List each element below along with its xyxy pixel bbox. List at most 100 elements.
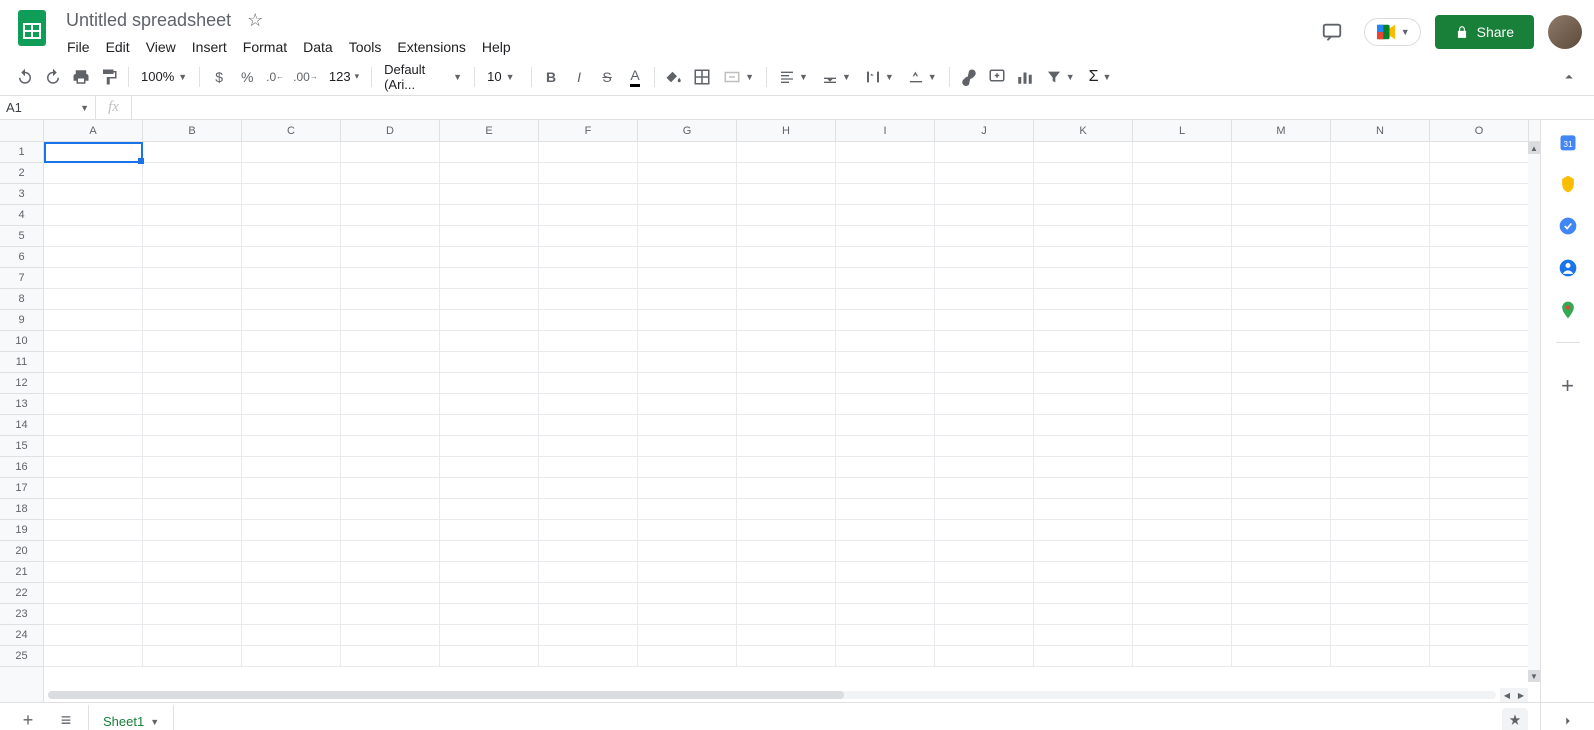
menu-extensions[interactable]: Extensions xyxy=(390,35,472,59)
cell[interactable] xyxy=(638,394,737,415)
text-color-button[interactable]: A xyxy=(622,64,648,90)
cell[interactable] xyxy=(1331,184,1430,205)
cell[interactable] xyxy=(1034,184,1133,205)
cell[interactable] xyxy=(1430,184,1529,205)
cell[interactable] xyxy=(440,415,539,436)
cell[interactable] xyxy=(44,184,143,205)
cell[interactable] xyxy=(242,562,341,583)
cell[interactable] xyxy=(440,289,539,310)
cell[interactable] xyxy=(143,331,242,352)
cell[interactable] xyxy=(1430,247,1529,268)
column-header[interactable]: H xyxy=(737,120,836,141)
cell[interactable] xyxy=(242,352,341,373)
cell[interactable] xyxy=(440,625,539,646)
cell[interactable] xyxy=(44,499,143,520)
cell[interactable] xyxy=(935,142,1034,163)
cell[interactable] xyxy=(341,163,440,184)
cells-area[interactable] xyxy=(44,142,1540,702)
cell[interactable] xyxy=(638,205,737,226)
insert-comment-button[interactable] xyxy=(984,64,1010,90)
cell[interactable] xyxy=(737,247,836,268)
cell[interactable] xyxy=(341,289,440,310)
tasks-icon[interactable] xyxy=(1558,216,1578,236)
cell[interactable] xyxy=(836,310,935,331)
cell[interactable] xyxy=(440,268,539,289)
cell[interactable] xyxy=(440,541,539,562)
hscroll-thumb[interactable] xyxy=(48,691,844,699)
cell[interactable] xyxy=(440,499,539,520)
cell[interactable] xyxy=(836,520,935,541)
cell[interactable] xyxy=(638,268,737,289)
keep-icon[interactable] xyxy=(1558,174,1578,194)
text-wrap-button[interactable]: ▼ xyxy=(859,69,900,85)
cell[interactable] xyxy=(143,457,242,478)
sheet-tab-1[interactable]: Sheet1 ▼ xyxy=(88,704,174,730)
cell[interactable] xyxy=(836,394,935,415)
cell[interactable] xyxy=(836,583,935,604)
cell[interactable] xyxy=(44,142,143,163)
cell[interactable] xyxy=(539,541,638,562)
cell[interactable] xyxy=(1331,394,1430,415)
hscroll-track[interactable] xyxy=(48,691,1496,699)
cell[interactable] xyxy=(737,604,836,625)
cell[interactable] xyxy=(1232,352,1331,373)
cell[interactable] xyxy=(638,352,737,373)
cell[interactable] xyxy=(737,541,836,562)
cell[interactable] xyxy=(341,541,440,562)
cell[interactable] xyxy=(1430,499,1529,520)
cell[interactable] xyxy=(341,310,440,331)
cell[interactable] xyxy=(44,226,143,247)
cell[interactable] xyxy=(1034,415,1133,436)
cell[interactable] xyxy=(836,226,935,247)
cell[interactable] xyxy=(1430,541,1529,562)
cell[interactable] xyxy=(737,205,836,226)
maps-icon[interactable] xyxy=(1558,300,1578,320)
column-header[interactable]: I xyxy=(836,120,935,141)
cell[interactable] xyxy=(737,268,836,289)
cell[interactable] xyxy=(44,352,143,373)
cell[interactable] xyxy=(1430,457,1529,478)
insert-chart-button[interactable] xyxy=(1012,64,1038,90)
row-header[interactable]: 9 xyxy=(0,310,43,331)
cell[interactable] xyxy=(935,310,1034,331)
menu-format[interactable]: Format xyxy=(236,35,294,59)
cell[interactable] xyxy=(638,373,737,394)
functions-button[interactable]: Σ▼ xyxy=(1083,68,1118,86)
cell[interactable] xyxy=(440,310,539,331)
cell[interactable] xyxy=(539,163,638,184)
cell[interactable] xyxy=(1232,583,1331,604)
cell[interactable] xyxy=(539,289,638,310)
cell[interactable] xyxy=(638,604,737,625)
cell[interactable] xyxy=(737,163,836,184)
column-header[interactable]: G xyxy=(638,120,737,141)
cell[interactable] xyxy=(242,247,341,268)
cell[interactable] xyxy=(1034,499,1133,520)
cell[interactable] xyxy=(1331,226,1430,247)
decrease-decimal-button[interactable]: .0← xyxy=(262,64,288,90)
cell[interactable] xyxy=(539,604,638,625)
cell[interactable] xyxy=(242,625,341,646)
cell[interactable] xyxy=(143,310,242,331)
cell[interactable] xyxy=(1331,625,1430,646)
cell[interactable] xyxy=(1232,520,1331,541)
cell[interactable] xyxy=(935,457,1034,478)
row-header[interactable]: 11 xyxy=(0,352,43,373)
merge-cells-button[interactable]: ▼ xyxy=(717,68,760,86)
cell[interactable] xyxy=(539,373,638,394)
row-header[interactable]: 4 xyxy=(0,205,43,226)
cell[interactable] xyxy=(1331,562,1430,583)
cell[interactable] xyxy=(143,520,242,541)
cell[interactable] xyxy=(836,247,935,268)
currency-button[interactable]: $ xyxy=(206,64,232,90)
cell[interactable] xyxy=(1430,331,1529,352)
cell[interactable] xyxy=(1430,226,1529,247)
cell[interactable] xyxy=(143,478,242,499)
cell[interactable] xyxy=(737,394,836,415)
column-header[interactable]: C xyxy=(242,120,341,141)
cell[interactable] xyxy=(440,478,539,499)
cell[interactable] xyxy=(1133,436,1232,457)
cell[interactable] xyxy=(1430,583,1529,604)
cell[interactable] xyxy=(1331,604,1430,625)
column-header[interactable]: M xyxy=(1232,120,1331,141)
cell[interactable] xyxy=(1232,457,1331,478)
